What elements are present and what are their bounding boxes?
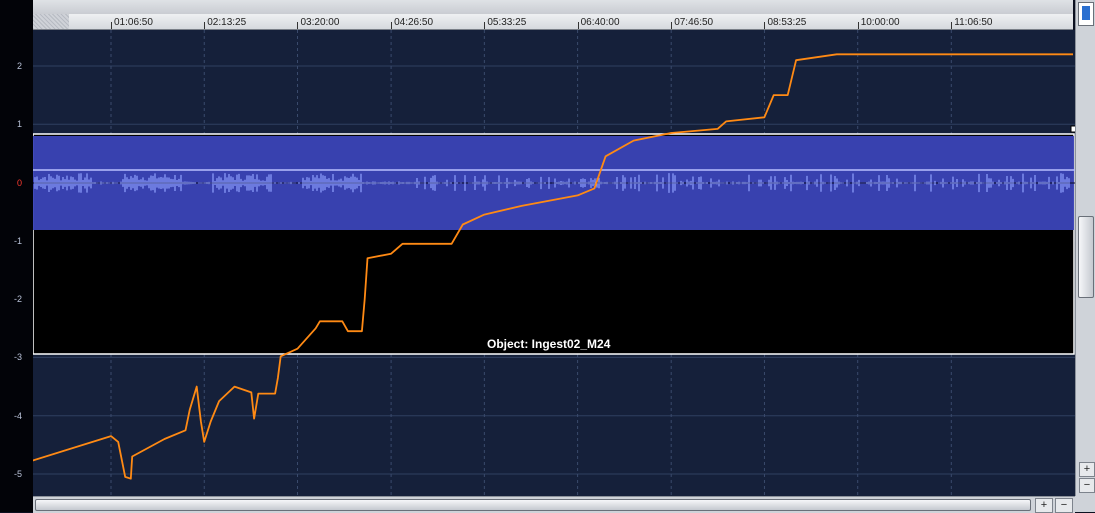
ruler-tick-label: 05:33:25 [487, 17, 527, 28]
zoom-in-horizontal-button[interactable]: + [1035, 498, 1053, 513]
value-axis-label: -4 [13, 410, 22, 421]
horizontal-scroll-thumb[interactable] [35, 499, 1031, 511]
ruler-tick-label: 03:20:00 [300, 17, 340, 28]
value-axis-label: -1 [13, 235, 22, 246]
ruler-tick-label: 10:00:00 [860, 17, 900, 28]
value-axis-label: -2 [13, 294, 22, 305]
ruler-tick-mark [671, 22, 673, 29]
ruler-tick-label: 08:53:25 [767, 17, 807, 28]
object-label: Object: Ingest02_M24 [487, 337, 611, 351]
ruler-tick-mark [204, 22, 206, 29]
scrollbar-corner [1075, 496, 1095, 512]
value-axis: 2 1 0 -1 -2 -3 -4 -5 [0, 0, 33, 512]
vertical-scroll-thumb[interactable] [1078, 216, 1094, 298]
track-selector-fill [1082, 6, 1090, 20]
timeline-header-strip [33, 0, 1073, 15]
zoom-in-vertical-button[interactable]: + [1079, 462, 1095, 477]
ruler-tick-label: 01:06:50 [114, 17, 153, 28]
ruler-tick-label: 07:46:50 [674, 17, 714, 28]
zoom-out-vertical-button[interactable]: − [1079, 478, 1095, 493]
ruler-tick-mark [111, 22, 112, 29]
value-axis-label: 1 [16, 119, 22, 130]
vertical-scrollbar[interactable]: + − [1075, 0, 1095, 496]
ruler-tick-mark [764, 22, 766, 29]
value-axis-label: 0 [16, 177, 22, 188]
track-selector[interactable] [1078, 2, 1094, 26]
plot-canvas[interactable] [33, 30, 1075, 496]
value-axis-label: -5 [13, 469, 22, 479]
value-axis-label: 2 [16, 61, 22, 71]
ruler-tick-mark [391, 22, 393, 29]
ruler-tick-mark [297, 22, 299, 29]
time-ruler[interactable]: 01:06:50 02:13:25 03:20:00 04:26:50 05:33:25… [33, 14, 1073, 30]
ruler-tick-mark [951, 22, 953, 29]
ruler-tick-label: 02:13:25 [207, 17, 247, 28]
ruler-tick-mark [484, 22, 486, 29]
ruler-tick-label: 06:40:00 [580, 17, 620, 28]
ruler-tick-mark [857, 22, 859, 29]
value-axis-label: -3 [13, 352, 22, 363]
ruler-tick-mark [577, 22, 579, 29]
ruler-tick-label: 04:26:50 [394, 17, 434, 28]
ruler-grip[interactable] [33, 14, 69, 29]
horizontal-scrollbar[interactable]: + − [33, 496, 1075, 513]
zoom-out-horizontal-button[interactable]: − [1055, 498, 1073, 513]
ruler-tick-label: 11:06:50 [954, 17, 993, 28]
automation-plot[interactable]: Object: Ingest02_M24 [33, 30, 1075, 496]
